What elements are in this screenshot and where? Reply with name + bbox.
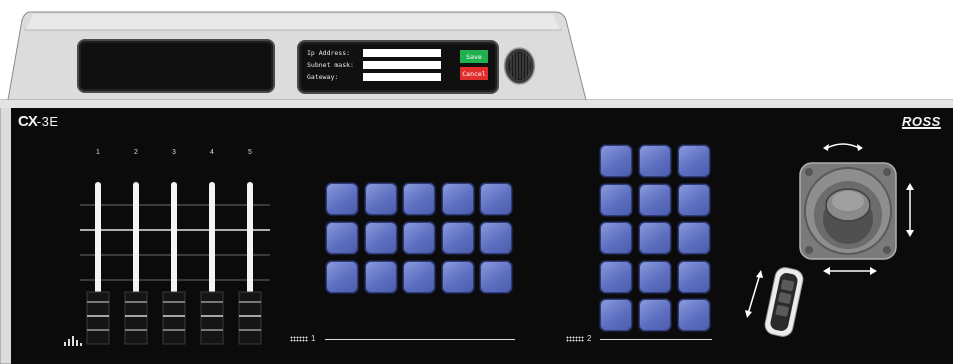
group1-key-1[interactable] bbox=[326, 183, 358, 215]
group-1-divider bbox=[325, 339, 515, 340]
ross-logo: ROSS bbox=[902, 114, 941, 129]
model-logo: CX-3E bbox=[18, 113, 59, 130]
subnet-mask-label: Subnet mask: bbox=[307, 61, 354, 69]
horizontal-arrows-icon bbox=[823, 267, 877, 275]
group1-key-2[interactable] bbox=[364, 183, 397, 215]
group2-key-13[interactable] bbox=[600, 299, 632, 331]
vertical-arrows-icon bbox=[906, 183, 914, 237]
group-2-divider bbox=[600, 339, 712, 340]
fader-4[interactable] bbox=[200, 182, 224, 345]
group2-key-7[interactable] bbox=[600, 222, 632, 254]
level-meter-icon bbox=[64, 336, 82, 346]
fader-cap bbox=[238, 291, 262, 345]
fader-2[interactable] bbox=[124, 182, 148, 345]
group2-key-10[interactable] bbox=[600, 260, 632, 293]
zoom-rocker[interactable] bbox=[742, 262, 812, 342]
fader-cap bbox=[200, 291, 224, 345]
gateway-label: Gateway: bbox=[307, 73, 339, 81]
fader-label-2: 2 bbox=[134, 149, 138, 156]
save-button[interactable]: Save bbox=[460, 50, 488, 63]
subnet-mask-input[interactable] bbox=[363, 61, 441, 69]
fader-label-3: 3 bbox=[172, 149, 176, 156]
group1-key-11[interactable] bbox=[326, 261, 358, 293]
network-settings-screen: Ip Address: Subnet mask: Gateway: Save C… bbox=[297, 40, 499, 94]
group1-key-9[interactable] bbox=[441, 222, 474, 254]
display-screen-left bbox=[77, 39, 275, 93]
group1-key-4[interactable] bbox=[441, 183, 474, 215]
fader-label-5: 5 bbox=[248, 149, 252, 156]
group2-key-5[interactable] bbox=[639, 183, 671, 216]
grid-icon bbox=[566, 335, 584, 342]
group2-key-12[interactable] bbox=[678, 260, 710, 293]
ip-address-label: Ip Address: bbox=[307, 49, 351, 57]
ip-address-input[interactable] bbox=[363, 49, 441, 57]
group2-key-6[interactable] bbox=[678, 183, 710, 216]
group1-key-12[interactable] bbox=[364, 261, 397, 293]
group2-key-2[interactable] bbox=[639, 145, 671, 177]
fader-5[interactable] bbox=[238, 182, 262, 345]
group1-key-14[interactable] bbox=[441, 261, 474, 293]
group1-key-15[interactable] bbox=[480, 261, 512, 293]
group2-key-1[interactable] bbox=[600, 145, 632, 177]
group1-key-13[interactable] bbox=[403, 261, 435, 293]
group1-key-7[interactable] bbox=[364, 222, 397, 254]
rotary-knob[interactable] bbox=[503, 46, 536, 86]
zoom-arrows-icon bbox=[745, 270, 763, 318]
group1-key-5[interactable] bbox=[480, 183, 512, 215]
gateway-input[interactable] bbox=[363, 73, 441, 81]
fader-cap bbox=[124, 291, 148, 345]
fader-1[interactable] bbox=[86, 182, 110, 345]
group2-key-9[interactable] bbox=[678, 222, 710, 254]
group-2-label: 2 bbox=[566, 334, 591, 343]
group2-key-11[interactable] bbox=[639, 260, 671, 293]
grid-icon bbox=[290, 335, 308, 342]
fader-label-4: 4 bbox=[210, 149, 214, 156]
group1-key-10[interactable] bbox=[480, 222, 512, 254]
group1-key-3[interactable] bbox=[403, 183, 435, 215]
fader-label-1: 1 bbox=[96, 149, 100, 156]
group2-key-8[interactable] bbox=[639, 222, 671, 254]
group2-key-3[interactable] bbox=[678, 145, 710, 177]
fader-bank bbox=[80, 182, 270, 345]
group1-key-8[interactable] bbox=[403, 222, 435, 254]
group2-key-15[interactable] bbox=[678, 299, 710, 331]
cancel-button[interactable]: Cancel bbox=[460, 67, 488, 80]
group-1-label: 1 bbox=[290, 334, 315, 343]
rotate-arrows-icon bbox=[824, 143, 862, 150]
fader-cap bbox=[162, 291, 186, 345]
fader-3[interactable] bbox=[162, 182, 186, 345]
group2-key-14[interactable] bbox=[639, 299, 671, 331]
fader-cap bbox=[86, 291, 110, 345]
joystick[interactable] bbox=[795, 135, 925, 280]
group1-key-6[interactable] bbox=[326, 222, 358, 254]
group2-key-4[interactable] bbox=[600, 183, 632, 216]
